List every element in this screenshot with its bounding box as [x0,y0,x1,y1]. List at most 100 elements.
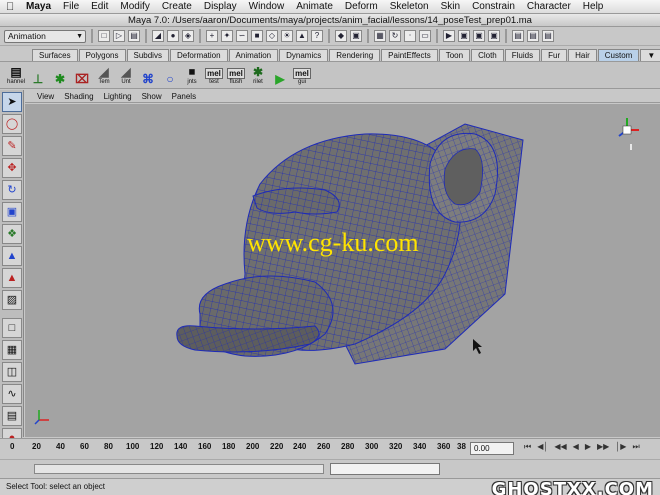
shelf-button-flush[interactable]: mel flush [226,64,246,86]
tab-toon[interactable]: Toon [438,49,471,61]
select-misc-icon[interactable]: ? [311,30,323,42]
current-time-field[interactable]: 0.00 [470,442,514,455]
shelf-menu-icon[interactable]: ▼ [640,49,660,61]
show-manipulator-icon[interactable]: ▲ [2,268,22,288]
rotate-tool-icon[interactable]: ↻ [2,180,22,200]
shelf-button-locator[interactable]: ⌘ [138,64,158,86]
select-hierarchy-icon[interactable]: ◢ [152,30,164,42]
menu-skeleton[interactable]: Skeleton [384,0,435,14]
tab-painteffects[interactable]: PaintEffects [381,49,438,61]
range-slider-bar[interactable] [34,464,324,474]
range-end-field[interactable] [330,463,440,475]
layout-graph-icon[interactable]: ∿ [2,384,22,404]
ipr-render-icon[interactable]: ▣ [473,30,485,42]
select-deformations-icon[interactable]: ◇ [266,30,278,42]
layout-two-icon[interactable]: ◫ [2,362,22,382]
menu-help[interactable]: Help [577,0,610,14]
select-component-icon[interactable]: ◈ [182,30,194,42]
tab-deformation[interactable]: Deformation [169,49,228,61]
panel-menu-lighting[interactable]: Lighting [104,92,132,101]
play-backward-icon[interactable]: ◀ [573,442,579,452]
shelf-button-tem[interactable]: ◢ Tem [94,64,114,86]
channel-box-toggle-icon[interactable]: ▤ [512,30,524,42]
tab-rendering[interactable]: Rendering [329,49,381,61]
history-icon[interactable]: ▶ [443,30,455,42]
layout-single-icon[interactable]: □ [2,318,22,338]
soft-mod-tool-icon[interactable]: ▲ [2,246,22,266]
menu-modify[interactable]: Modify [114,0,155,14]
select-joints-icon[interactable]: ✦ [221,30,233,42]
shelf-button-jnts[interactable]: ◼ jnts [182,64,202,86]
snap-grid-icon[interactable]: ▦ [374,30,386,42]
tab-subdivs[interactable]: Subdivs [126,49,169,61]
highlight-selection-icon[interactable]: ▣ [350,30,362,42]
tab-fur[interactable]: Fur [541,49,568,61]
render-globals-icon[interactable]: ▣ [488,30,500,42]
shelf-button-grid[interactable]: ⌧ [72,64,92,86]
layout-outliner-icon[interactable]: ▤ [2,406,22,426]
menu-animate[interactable]: Animate [290,0,339,14]
menu-deform[interactable]: Deform [339,0,384,14]
manipulator-tool-icon[interactable]: ❖ [2,224,22,244]
select-curves-icon[interactable]: ∽ [236,30,248,42]
shelf-button-rilet[interactable]: ✱ rilet [248,64,268,86]
menu-display[interactable]: Display [198,0,243,14]
mesh-brow[interactable] [252,187,340,215]
step-back-key-icon[interactable]: ◀◀ [554,442,566,452]
panel-menu-show[interactable]: Show [142,92,162,101]
step-forward-key-icon[interactable]: ▶▶ [597,442,609,452]
time-slider[interactable]: 0 20 40 60 80 100 120 140 160 180 200 22… [0,438,660,458]
tab-fluids[interactable]: Fluids [504,49,541,61]
select-tool-icon[interactable]: ➤ [2,92,22,112]
panel-menu-panels[interactable]: Panels [172,92,196,101]
select-surfaces-icon[interactable]: ■ [251,30,263,42]
perspective-viewport[interactable]: www.cg-ku.com [25,104,660,437]
tab-hair[interactable]: Hair [568,49,597,61]
scale-tool-icon[interactable]: ▣ [2,202,22,222]
paint-select-tool-icon[interactable]: ✎ [2,136,22,156]
tab-cloth[interactable]: Cloth [471,49,504,61]
shelf-button-play[interactable]: ▶ [270,64,290,86]
shelf-button-bake[interactable]: ⊥ [28,64,48,86]
menu-constrain[interactable]: Constrain [466,0,521,14]
select-object-icon[interactable]: ● [167,30,179,42]
shelf-button-unt[interactable]: ◢ Unt [116,64,136,86]
attribute-editor-icon[interactable]: ▤ [527,30,539,42]
menu-character[interactable]: Character [521,0,577,14]
select-rendering-icon[interactable]: ▲ [296,30,308,42]
lasso-tool-icon[interactable]: ◯ [2,114,22,134]
select-dynamics-icon[interactable]: ☀ [281,30,293,42]
select-handles-icon[interactable]: + [206,30,218,42]
tab-surfaces[interactable]: Surfaces [32,49,78,61]
shelf-button-test[interactable]: mel test [204,64,224,86]
layout-four-icon[interactable]: ▦ [2,340,22,360]
menu-app[interactable]: Maya [20,0,57,14]
step-forward-icon[interactable]: │▶ [615,442,626,452]
lock-selection-icon[interactable]: ◆ [335,30,347,42]
open-scene-icon[interactable]: ▷ [113,30,125,42]
tab-custom[interactable]: Custom [597,49,640,61]
mesh-snout[interactable] [176,275,334,357]
menu-file[interactable]: File [57,0,85,14]
panel-menu-shading[interactable]: Shading [64,92,93,101]
shelf-button-channel[interactable]: ▤ hannel [6,64,26,86]
tab-dynamics[interactable]: Dynamics [279,49,329,61]
apple-icon[interactable]:  [6,1,20,13]
tab-animation[interactable]: Animation [228,49,279,61]
snap-curve-icon[interactable]: ↻ [389,30,401,42]
mode-menu[interactable]: Animation ▼ [4,29,86,43]
play-forward-icon[interactable]: ▶ [585,442,591,452]
menu-edit[interactable]: Edit [85,0,114,14]
shelf-button-star[interactable]: ✱ [50,64,70,86]
go-to-start-icon[interactable]: ⏮ [524,442,531,452]
go-to-end-icon[interactable]: ⏭ [632,442,639,452]
shelf-button-circle[interactable]: ○ [160,64,180,86]
menu-create[interactable]: Create [156,0,198,14]
snap-plane-icon[interactable]: ▭ [419,30,431,42]
tool-settings-icon[interactable]: ▤ [542,30,554,42]
save-scene-icon[interactable]: ▤ [128,30,140,42]
snap-point-icon[interactable]: ⋅ [404,30,416,42]
new-scene-icon[interactable]: □ [98,30,110,42]
menu-window[interactable]: Window [243,0,291,14]
move-tool-icon[interactable]: ✥ [2,158,22,178]
